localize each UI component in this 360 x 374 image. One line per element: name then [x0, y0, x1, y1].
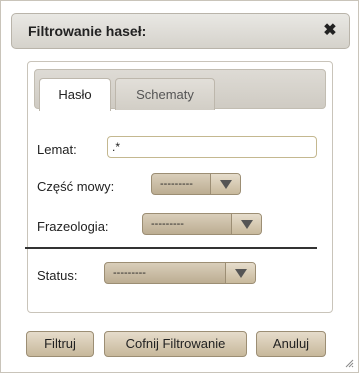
- dialog-titlebar[interactable]: Filtrowanie haseł: ✖: [11, 13, 350, 49]
- filter-dialog: Filtrowanie haseł: ✖ Hasło Schematy Lema…: [0, 0, 359, 373]
- reset-filter-button[interactable]: Cofnij Filtrowanie: [104, 331, 247, 357]
- frazeologia-dropdown-button[interactable]: [231, 214, 261, 234]
- cancel-button[interactable]: Anuluj: [256, 331, 326, 357]
- resize-grip-icon[interactable]: [344, 358, 354, 368]
- lemat-input[interactable]: [107, 136, 317, 158]
- czesc-mowy-select[interactable]: ---------: [151, 173, 241, 195]
- status-select[interactable]: ---------: [104, 262, 256, 284]
- frazeologia-label: Frazeologia:: [37, 219, 109, 234]
- czesc-mowy-dropdown-button[interactable]: [210, 174, 240, 194]
- tab-schematy[interactable]: Schematy: [115, 78, 215, 110]
- form-divider: [25, 247, 317, 249]
- status-label: Status:: [37, 268, 78, 283]
- tab-haslo[interactable]: Hasło: [39, 78, 111, 111]
- status-value: ---------: [113, 267, 146, 279]
- chevron-down-icon: [220, 180, 232, 189]
- chevron-down-icon: [241, 220, 253, 229]
- czesc-mowy-label: Część mowy:: [37, 179, 115, 194]
- lemat-label: Lemat:: [37, 142, 77, 157]
- status-dropdown-button[interactable]: [225, 263, 255, 283]
- dialog-title: Filtrowanie haseł:: [28, 23, 147, 39]
- frazeologia-select[interactable]: ---------: [142, 213, 262, 235]
- filter-button[interactable]: Filtruj: [26, 331, 94, 357]
- frazeologia-value: ---------: [151, 218, 184, 230]
- close-icon[interactable]: ✖: [321, 22, 339, 40]
- chevron-down-icon: [235, 269, 247, 278]
- czesc-mowy-value: ---------: [160, 178, 193, 190]
- tab-bar: Hasło Schematy: [34, 69, 326, 111]
